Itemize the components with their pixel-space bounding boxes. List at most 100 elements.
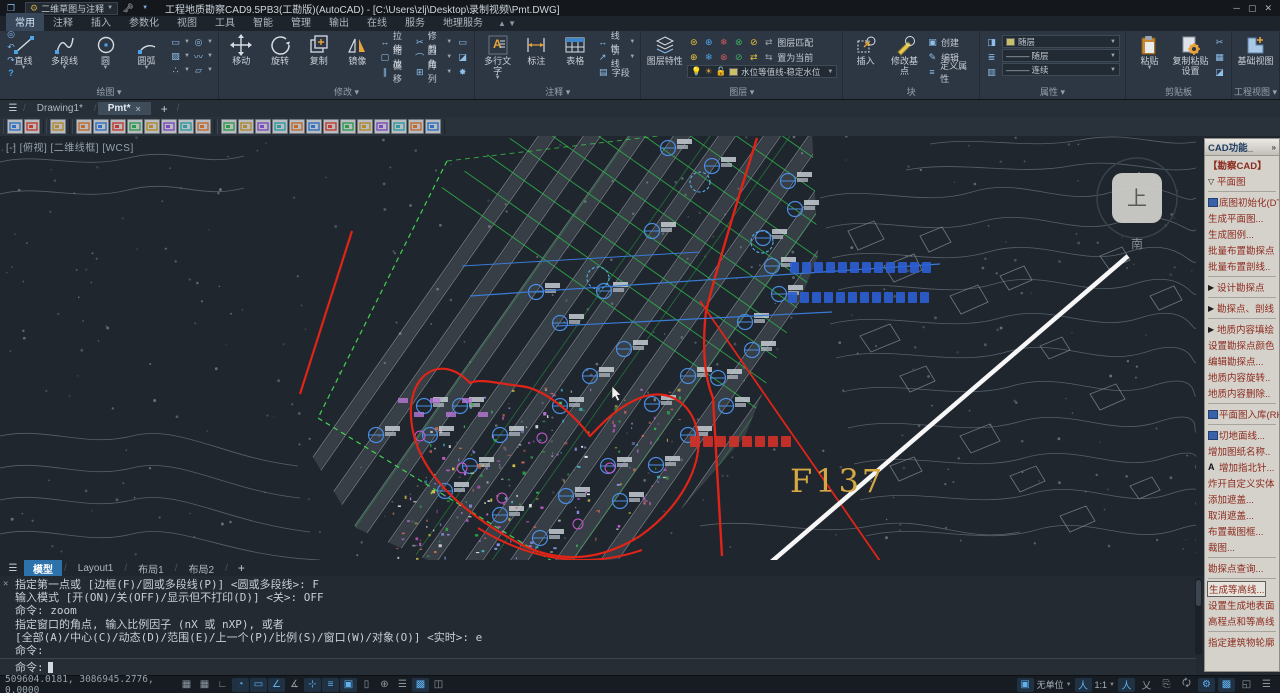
palette-item-勘探点查询...[interactable]: 勘探点查询...: [1205, 560, 1279, 576]
toolbar-icon-srv-5[interactable]: [289, 119, 305, 134]
layer-tool-icon[interactable]: ⇄: [762, 37, 775, 48]
layer-tool-icon[interactable]: ⊕: [687, 52, 700, 63]
view-cube[interactable]: 上 南: [1096, 157, 1178, 251]
annotation-monitor-icon[interactable]: 🗘: [1178, 678, 1195, 692]
ribbon-tab-参数化[interactable]: 参数化: [120, 13, 168, 31]
layer-tool-icon[interactable]: ⊗: [717, 52, 730, 63]
hamburger-menu-icon[interactable]: ☰: [4, 103, 22, 114]
units-icon[interactable]: ▣: [1016, 677, 1034, 692]
toolbar-icon-map-6[interactable]: [161, 119, 177, 134]
palette-item-布置裁图框...[interactable]: 布置裁图框...: [1205, 523, 1279, 539]
button-copy2[interactable]: ▦: [1213, 50, 1226, 64]
button-复制粘贴设置[interactable]: 复制粘贴设置: [1172, 33, 1209, 76]
property-icon[interactable]: ▥: [985, 65, 998, 79]
toolbar-icon-map-8[interactable]: [195, 119, 211, 134]
palette-item-增加指北针...[interactable]: A 增加指北针...: [1205, 459, 1279, 475]
status-toggle-3d-object-snap[interactable]: ⊕: [376, 678, 393, 692]
button-hatch[interactable]: ▨ ▼: [169, 49, 190, 63]
toolbar-icon-srv-4[interactable]: [272, 119, 288, 134]
status-toggle-polar-tracking[interactable]: ◔: [232, 677, 249, 692]
status-toggle-isolate-objects[interactable]: ◫: [430, 678, 447, 692]
palette-item-取消遮盖...[interactable]: 取消遮盖...: [1205, 507, 1279, 523]
button-cloud[interactable]: 〰 ▼: [192, 49, 213, 63]
panel-label[interactable]: 工程视图 ▾: [1232, 87, 1279, 99]
palette-item-裁图...[interactable]: 裁图...: [1205, 539, 1279, 555]
palette-item-生成等高线...[interactable]: 生成等高线...: [1205, 581, 1279, 597]
doc-tab-Pmt*[interactable]: Pmt* ×: [97, 102, 151, 115]
button-ellipse[interactable]: ◎ ▼: [192, 35, 213, 49]
button-字段[interactable]: ▤ 字段: [597, 65, 636, 79]
command-scrollbar[interactable]: [1195, 578, 1202, 655]
palette-item-地质内容旋转..[interactable]: 地质内容旋转..: [1205, 369, 1279, 385]
ribbon-tab-常用[interactable]: 常用: [6, 13, 44, 31]
palette-item-【勘察CAD】[interactable]: 【勘察CAD】: [1205, 157, 1279, 173]
button-explode[interactable]: ✸: [456, 65, 469, 79]
palette-item-平面图入库(RK)[interactable]: 平面图入库(RK): [1205, 406, 1279, 422]
toolbar-icon-srv-9[interactable]: [357, 119, 373, 134]
toolbar-icon-srv-11[interactable]: [391, 119, 407, 134]
ribbon-tab-视图[interactable]: 视图: [168, 13, 206, 31]
annotation-scale-icon[interactable]: 人: [1074, 677, 1092, 692]
button-旋转[interactable]: 旋转: [263, 33, 298, 66]
auto-scale-icon[interactable]: 乂: [1138, 678, 1155, 692]
status-toggle-ortho-mode[interactable]: ∟: [214, 678, 231, 692]
ribbon-tab-智能[interactable]: 智能: [244, 13, 282, 31]
layer-tool-icon[interactable]: ❄: [717, 37, 730, 48]
button-表格[interactable]: 表格: [558, 33, 593, 66]
layer-tool-icon[interactable]: ⇆: [762, 52, 775, 63]
layout-tab-布局2[interactable]: 布局2: [180, 560, 224, 577]
toolbar-icon-srv-3[interactable]: [255, 119, 271, 134]
layer-tool-icon[interactable]: ⊘: [747, 37, 760, 48]
command-input[interactable]: 命令:: [0, 658, 1196, 675]
ribbon-tab-注释[interactable]: 注释: [44, 13, 82, 31]
button-置为当前[interactable]: 置为当前: [777, 51, 813, 64]
drawing-canvas[interactable]: F137 上 南: [0, 136, 1196, 560]
add-layout-button[interactable]: +: [230, 561, 253, 575]
button-erase2[interactable]: ◪: [456, 50, 469, 64]
layer-tool-icon[interactable]: ⊗: [732, 37, 745, 48]
status-toggle-lineweight[interactable]: ≡: [322, 677, 339, 692]
property-icon[interactable]: ◨: [985, 35, 998, 49]
palette-item-添加遮盖...[interactable]: 添加遮盖...: [1205, 491, 1279, 507]
minimize-button[interactable]: ─: [1234, 3, 1240, 14]
panel-label[interactable]: 图层 ▾: [641, 87, 842, 99]
status-toggle-selection-cycling[interactable]: ▯: [358, 678, 375, 692]
status-toggle-object-snap[interactable]: ⊹: [304, 677, 321, 692]
layout-tab-模型[interactable]: 模型: [24, 559, 62, 577]
ribbon-collapse-icon[interactable]: ▲ ▼: [498, 19, 516, 28]
button-定义属性[interactable]: ≡ 定义属性: [926, 61, 974, 84]
status-toggle-grid-display[interactable]: ▦: [178, 678, 195, 692]
ribbon-tab-在线[interactable]: 在线: [358, 13, 396, 31]
viewport-controls[interactable]: [-] [俯视] [二维线框] [WCS]: [6, 139, 134, 154]
button-直线[interactable]: 直线 ▼: [5, 33, 42, 71]
button-圆[interactable]: 圆 ▼: [87, 33, 124, 71]
new-tab-button[interactable]: +: [153, 102, 176, 116]
panel-label[interactable]: 注释 ▾: [475, 87, 640, 99]
toolbar-icon-add-point[interactable]: [7, 119, 23, 134]
toolbar-icon-map-3[interactable]: [110, 119, 126, 134]
status-toggle-transparency[interactable]: ▣: [340, 677, 357, 692]
button-创建[interactable]: ▣ 创建: [926, 35, 974, 49]
panel-label[interactable]: 绘图 ▾: [0, 87, 218, 99]
toolbar-icon-srv-12[interactable]: [408, 119, 424, 134]
layout-menu-icon[interactable]: ☰: [4, 563, 22, 574]
button-修改基点[interactable]: 修改基点: [887, 33, 922, 76]
property-icon[interactable]: ≣: [985, 50, 998, 64]
button-rect[interactable]: ▭ ▼: [169, 35, 190, 49]
panel-label[interactable]: 块: [843, 87, 979, 99]
ribbon-tab-输出[interactable]: 输出: [320, 13, 358, 31]
layer-tool-icon[interactable]: ⇄: [747, 52, 760, 63]
toolbar-icon-map-1[interactable]: [76, 119, 92, 134]
close-icon[interactable]: ✕: [3, 579, 8, 589]
status-toggle-annotation-draft[interactable]: ∡: [286, 678, 303, 692]
annotation-visibility-icon[interactable]: 人: [1118, 677, 1135, 692]
status-toggle-snap-mode[interactable]: ▦: [196, 678, 213, 692]
layer-dropdown[interactable]: 💡 ☀ 🔓 水位等值线-稳定水位 ▼: [687, 65, 838, 78]
button-图层匹配[interactable]: 图层匹配: [777, 36, 813, 49]
layout-tab-Layout1[interactable]: Layout1: [69, 562, 123, 575]
workspace-switch-icon[interactable]: ⎘: [1158, 678, 1175, 692]
annotation-scale-label[interactable]: 1:1 ▼: [1095, 680, 1115, 690]
toolbar-icon-map-2[interactable]: [93, 119, 109, 134]
button-复制[interactable]: 复制: [301, 33, 336, 66]
palette-item-勘探点、剖线[interactable]: ▶ 勘探点、剖线: [1205, 300, 1279, 316]
